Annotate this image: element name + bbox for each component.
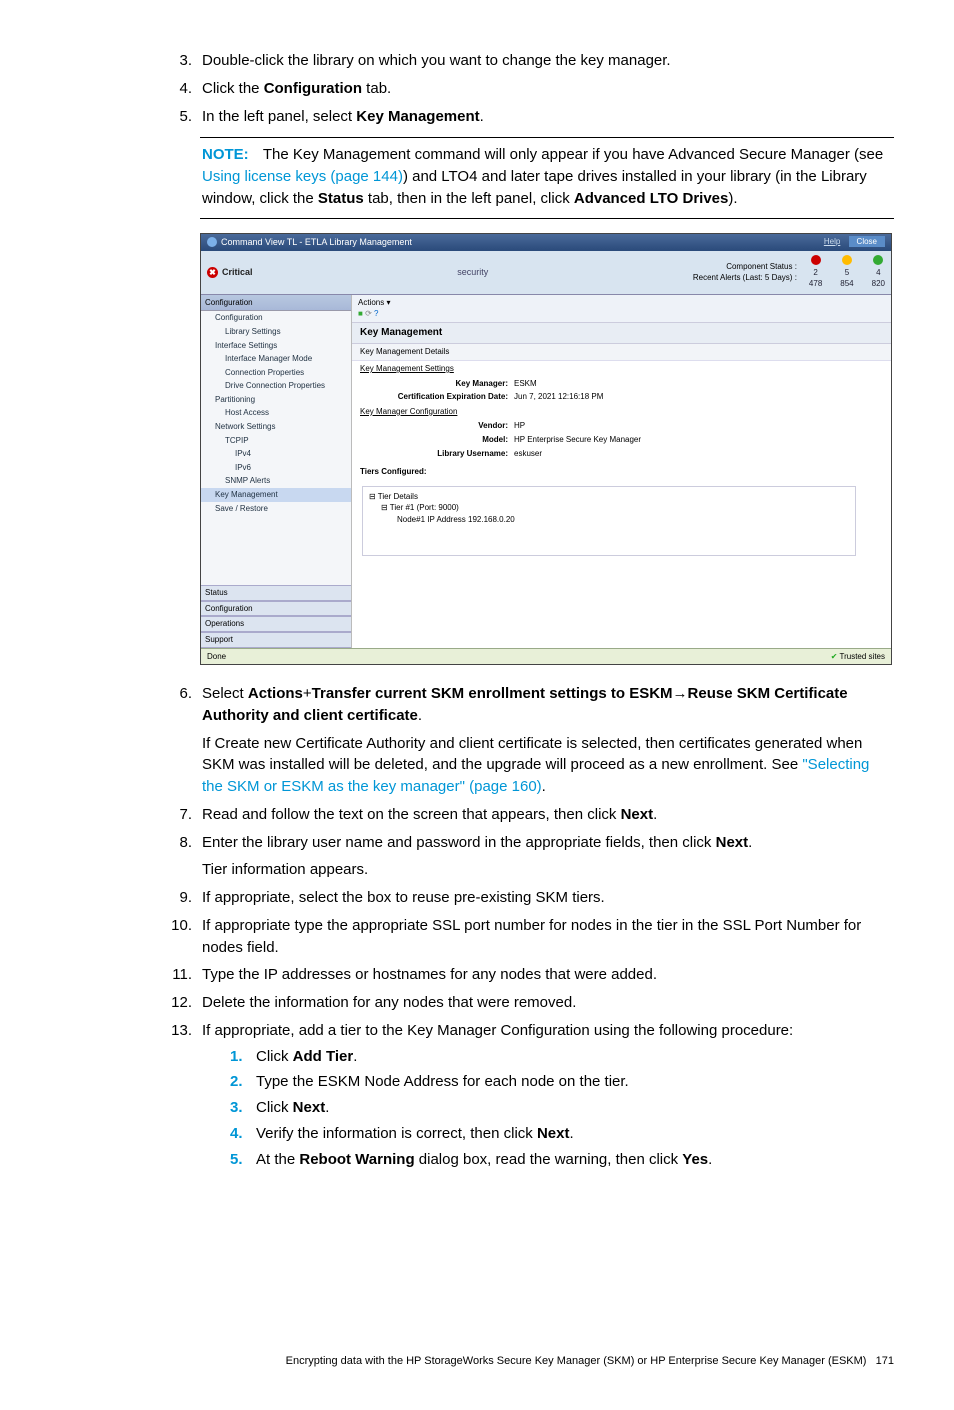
sidebar-header: Configuration: [201, 295, 351, 312]
step-list-2: 6. Select Actions+Transfer current SKM e…: [160, 683, 894, 1174]
panel-title: Key Management: [352, 323, 891, 345]
status-counts: 2478 5854 4820: [809, 255, 885, 290]
tree-item[interactable]: Partitioning: [201, 393, 351, 407]
tree-item[interactable]: SNMP Alerts: [201, 474, 351, 488]
tree-item[interactable]: Configuration: [201, 311, 351, 325]
tree-item[interactable]: Drive Connection Properties: [201, 379, 351, 393]
tree-item[interactable]: Save / Restore: [201, 502, 351, 516]
ok-icon: [873, 255, 883, 265]
step-list: 3.Double-click the library on which you …: [160, 50, 894, 127]
tree-item[interactable]: Interface Manager Mode: [201, 352, 351, 366]
step-num: 4.: [160, 78, 202, 100]
step-num: 3.: [160, 50, 202, 72]
step-num: 5.: [160, 106, 202, 128]
statusbar: Done ✔ Trusted sites: [201, 648, 891, 665]
close-button[interactable]: Close: [849, 236, 885, 247]
sub-step-list: 1.Click Add Tier. 2.Type the ESKM Node A…: [230, 1046, 894, 1171]
tree-item[interactable]: IPv4: [201, 447, 351, 461]
nav-status[interactable]: Status: [201, 585, 351, 601]
link-license-keys[interactable]: Using license keys (page 144): [202, 168, 403, 185]
tree-item[interactable]: Connection Properties: [201, 366, 351, 380]
titlebar: Command View TL - ETLA Library Managemen…: [201, 234, 891, 251]
main-panel: Actions ▾■ ⟳ ? Key Management Key Manage…: [352, 295, 891, 648]
tree-item[interactable]: Library Settings: [201, 325, 351, 339]
screenshot: Help Close Command View TL - ETLA Librar…: [200, 233, 892, 666]
tree-item[interactable]: TCPIP: [201, 434, 351, 448]
section-header: Key Management Details: [352, 344, 891, 361]
step-text: Double-click the library on which you wa…: [202, 50, 894, 72]
step-text: Click the Configuration tab.: [202, 78, 894, 100]
app-icon: [207, 237, 217, 247]
note-box: NOTE: The Key Management command will on…: [200, 137, 894, 218]
nav-config[interactable]: Configuration: [201, 601, 351, 617]
tree-item[interactable]: Network Settings: [201, 420, 351, 434]
tree-item[interactable]: Interface Settings: [201, 339, 351, 353]
tree-item[interactable]: IPv6: [201, 461, 351, 475]
nav-ops[interactable]: Operations: [201, 616, 351, 632]
sidebar: Configuration Configuration Library Sett…: [201, 295, 352, 648]
tree-item-selected[interactable]: Key Management: [201, 488, 351, 502]
nav-support[interactable]: Support: [201, 632, 351, 648]
page-footer: Encrypting data with the HP StorageWorks…: [60, 1354, 894, 1370]
actions-menu[interactable]: Actions ▾: [358, 298, 390, 307]
window-controls: Help Close: [824, 236, 885, 248]
critical-icon: [811, 255, 821, 265]
warning-icon: [842, 255, 852, 265]
tree-item[interactable]: Host Access: [201, 406, 351, 420]
topbar: Critical security Component Status : Rec…: [201, 251, 891, 295]
step-text: In the left panel, select Key Management…: [202, 106, 894, 128]
security-label: security: [253, 266, 693, 279]
tier-box: ⊟ Tier Details ⊟ Tier #1 (Port: 9000) No…: [362, 486, 856, 556]
subsection: Key Management Settings: [352, 361, 891, 377]
subsection: Key Manager Configuration: [352, 404, 891, 420]
note-label: NOTE:: [202, 146, 249, 163]
status-critical: Critical: [207, 266, 253, 279]
help-link[interactable]: Help: [824, 237, 840, 246]
